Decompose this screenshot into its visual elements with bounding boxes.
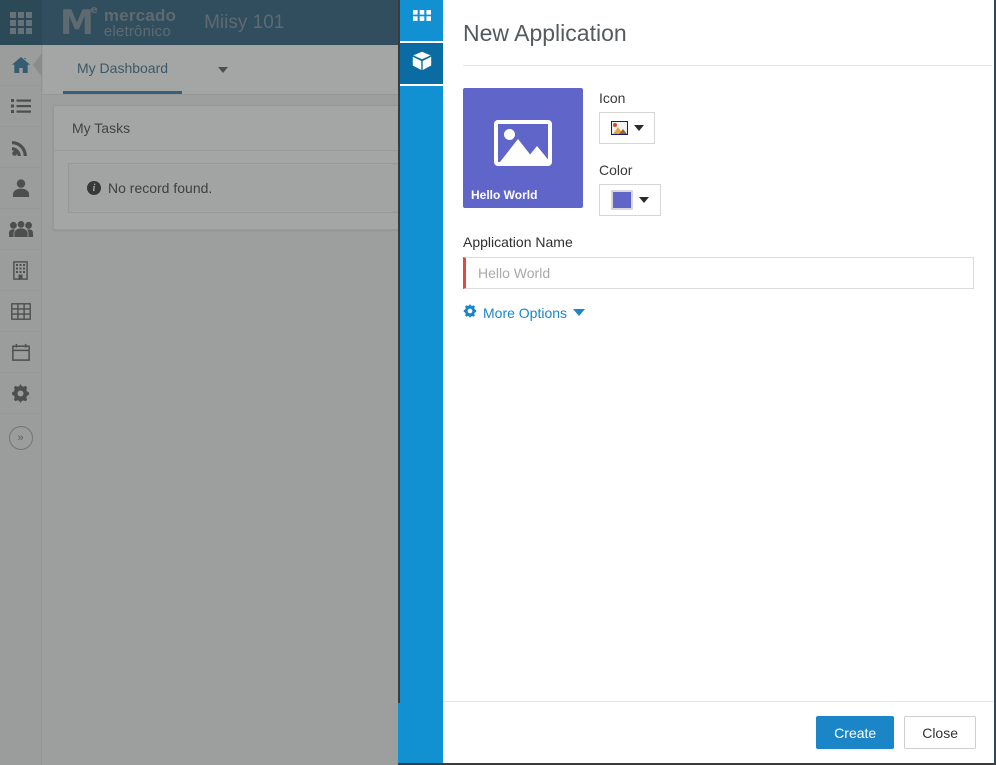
modal-footer: Create Close	[443, 701, 994, 763]
app-identity-row: Hello World Icon Color	[463, 88, 974, 216]
caret-down-icon	[633, 125, 644, 131]
objects-rail-button[interactable]	[400, 43, 443, 86]
color-picker-button[interactable]	[599, 184, 661, 216]
image-icon-mountain-2	[524, 146, 548, 162]
create-button[interactable]: Create	[816, 716, 895, 749]
icon-picker-button[interactable]	[599, 112, 655, 144]
application-window: Me mercado eletrônico Miisy 101	[0, 0, 996, 765]
close-button[interactable]: Close	[904, 716, 976, 749]
chevron-down-icon	[573, 309, 586, 316]
application-name-input[interactable]	[463, 257, 974, 289]
applications-rail-button[interactable]	[400, 0, 443, 43]
icon-field-label: Icon	[599, 90, 626, 106]
application-name-block: Application Name	[463, 234, 974, 289]
application-preview-tile: Hello World	[463, 88, 583, 208]
application-preview-label: Hello World	[471, 188, 538, 202]
modal-title: New Application	[463, 20, 627, 46]
icon-color-fields: Icon Color	[599, 88, 661, 216]
color-field-label: Color	[599, 162, 633, 178]
image-icon	[610, 121, 628, 135]
modal-body: Hello World Icon Color Application Name …	[443, 66, 994, 701]
modal-left-accent	[398, 703, 402, 763]
image-icon	[494, 120, 552, 166]
color-swatch	[611, 190, 633, 210]
new-application-modal: New Application Hello World Icon Color A…	[398, 0, 996, 765]
cube-icon	[412, 51, 432, 76]
modal-main: New Application Hello World Icon Color A…	[443, 0, 994, 763]
caret-down-icon	[639, 197, 649, 203]
modal-side-rail	[400, 0, 443, 763]
application-name-label: Application Name	[463, 234, 573, 250]
grid-icon	[412, 9, 431, 32]
more-options-label: More Options	[483, 304, 568, 321]
more-options-toggle[interactable]: More Options	[463, 304, 586, 321]
gear-icon	[463, 304, 477, 321]
